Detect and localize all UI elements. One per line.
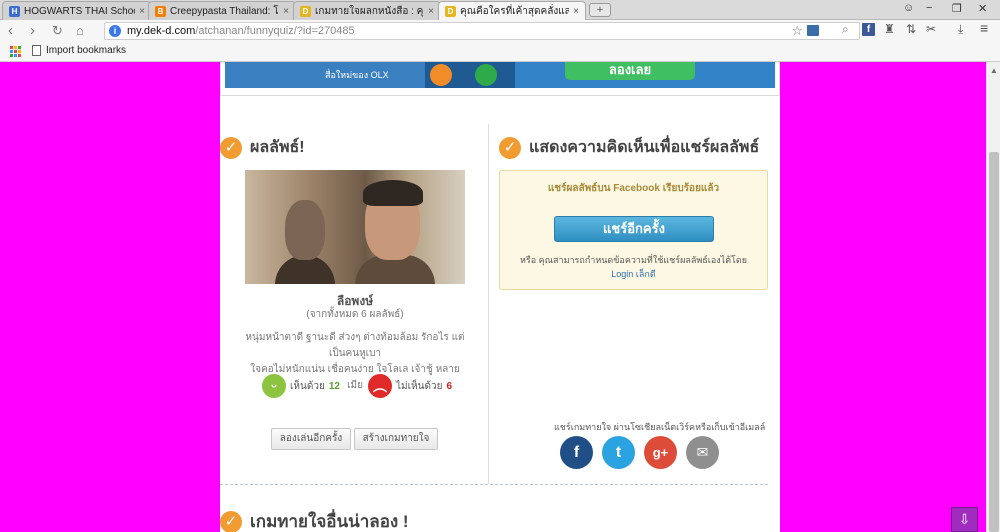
check-icon: ✓ bbox=[220, 136, 242, 159]
tab-title: เกมทายใจผลกหนังสือ : คุณเป็นได้ bbox=[315, 5, 424, 17]
share-success-message: แชร์ผลลัพธ์บน Facebook เรียบร้อยแล้ว bbox=[547, 183, 720, 194]
dekd-favicon-icon: D bbox=[445, 5, 456, 17]
facebook-share-icon[interactable]: f bbox=[560, 436, 593, 469]
result-title: ผลลัพธ์! bbox=[250, 139, 305, 156]
disagree-label: ไม่เห็นด้วย bbox=[396, 380, 443, 392]
address-bar[interactable]: i my.dek-d.com/atchanan/funnyquiz/?id=27… bbox=[104, 22, 860, 40]
banner-circle-icon bbox=[430, 64, 452, 86]
close-icon[interactable]: × bbox=[428, 6, 434, 17]
bookmark-label: Import bookmarks bbox=[46, 45, 127, 56]
tab-quiz-book[interactable]: D เกมทายใจผลกหนังสือ : คุณเป็นได้ × bbox=[293, 1, 441, 20]
bookmarks-bar: Import bookmarks bbox=[0, 42, 1000, 62]
replay-button[interactable]: ลองเล่นอีกครั้ง bbox=[271, 428, 351, 450]
comment-title: แสดงความคิดเห็นเพื่อแชร์ผลลัพธ์ bbox=[529, 139, 760, 156]
scroll-thumb[interactable] bbox=[989, 152, 999, 532]
googleplus-share-icon[interactable]: g+ bbox=[644, 436, 677, 469]
share-again-button[interactable]: แชร์อีกครั้ง bbox=[554, 216, 714, 242]
scroll-up-icon[interactable]: ▲ bbox=[990, 66, 998, 75]
login-link[interactable]: Login เล็กดี bbox=[500, 267, 767, 281]
menu-icon[interactable]: ≡ bbox=[980, 20, 988, 36]
result-count: (จากทั้งหมด 6 ผลลัพธ์) bbox=[306, 309, 404, 320]
profile-icon[interactable]: ☺ bbox=[903, 2, 914, 14]
disagree-vote[interactable]: ︵ ไม่เห็นด้วย 6 bbox=[368, 374, 452, 398]
star-icon[interactable]: ☆ bbox=[791, 23, 803, 39]
minimize-icon[interactable]: − bbox=[926, 2, 932, 14]
more-quizzes-heading: ✓ เกมทายใจอื่นน่าลอง ! bbox=[220, 508, 409, 532]
file-icon bbox=[32, 45, 41, 56]
arrow-down-icon: ⇩ bbox=[958, 511, 971, 527]
olx-banner-ad[interactable]: สื่อใหม่ของ OLX ลองเลย bbox=[225, 62, 775, 88]
smile-face-icon[interactable]: ᵕ bbox=[262, 374, 286, 398]
search-icon[interactable]: ⌕ bbox=[842, 22, 849, 37]
close-icon[interactable]: × bbox=[283, 6, 289, 17]
close-window-icon[interactable]: ✕ bbox=[978, 2, 987, 15]
disagree-count: 6 bbox=[446, 380, 452, 392]
check-icon: ✓ bbox=[499, 136, 521, 159]
email-share-icon[interactable]: ✉ bbox=[686, 436, 719, 469]
scroll-down-button[interactable]: ⇩ bbox=[951, 507, 978, 532]
forward-icon[interactable]: › bbox=[30, 22, 35, 40]
page-info-icon[interactable]: i bbox=[109, 25, 121, 37]
agree-label: เห็นด้วย bbox=[290, 380, 325, 392]
url-host: my.dek-d.com bbox=[127, 25, 196, 37]
tab-title: Creepypasta Thailand: โปรด bbox=[170, 5, 279, 17]
dekd-favicon-icon: D bbox=[300, 5, 311, 17]
share-panel: แชร์ผลลัพธ์บน Facebook เรียบร้อยแล้ว แชร… bbox=[499, 170, 768, 290]
check-icon: ✓ bbox=[220, 510, 242, 532]
url-path: /atchanan/funnyquiz/?id=270485 bbox=[195, 25, 355, 37]
banner-circle-icon bbox=[475, 64, 497, 86]
more-quizzes-title: เกมทายใจอื่นน่าลอง ! bbox=[250, 512, 409, 531]
page-scrollbar[interactable]: ▲ bbox=[986, 62, 1000, 532]
tab-title: คุณคือใครที่เค้าสุดคลั่งแสนรัก จากน bbox=[460, 5, 570, 17]
new-tab-button[interactable]: + bbox=[589, 3, 611, 17]
result-image bbox=[245, 170, 465, 284]
agree-count: 12 bbox=[328, 380, 340, 392]
tab-strip: H HOGWARTS THAI School | × B Creepypasta… bbox=[0, 0, 1000, 20]
twitter-share-icon[interactable]: t bbox=[602, 436, 635, 469]
apps-grid-icon[interactable] bbox=[10, 46, 21, 57]
section-divider bbox=[220, 484, 768, 485]
result-desc-line: หนุ่มหน้าตาดี ฐานะดี ส่วงๆ ต่างท้อมล้อม … bbox=[245, 332, 465, 359]
create-quiz-button[interactable]: สร้างเกมทายใจ bbox=[354, 428, 438, 450]
tab-title: HOGWARTS THAI School | bbox=[24, 5, 136, 17]
back-icon[interactable]: ‹ bbox=[8, 22, 13, 40]
sync-icon[interactable]: ⇅ bbox=[906, 22, 916, 36]
agree-vote[interactable]: ᵕ เห็นด้วย 12 bbox=[262, 374, 340, 398]
facebook-icon[interactable]: f bbox=[862, 23, 875, 36]
comment-heading: ✓ แสดงความคิดเห็นเพื่อแชร์ผลลัพธ์ bbox=[499, 135, 759, 160]
close-icon[interactable]: × bbox=[139, 6, 145, 17]
scissors-icon[interactable]: ✂ bbox=[926, 22, 936, 36]
close-icon[interactable]: × bbox=[573, 6, 579, 17]
reload-icon[interactable]: ↻ bbox=[52, 22, 63, 40]
tab-creepypasta[interactable]: B Creepypasta Thailand: โปรด × bbox=[148, 1, 296, 20]
browser-toolbar: ‹ › ↻ ⌂ i my.dek-d.com/atchanan/funnyqui… bbox=[0, 20, 1000, 42]
tab-hogwarts[interactable]: H HOGWARTS THAI School | × bbox=[2, 1, 152, 20]
download-icon[interactable]: ⤓ bbox=[958, 22, 963, 37]
tab-quiz-active[interactable]: D คุณคือใครที่เค้าสุดคลั่งแสนรัก จากน × bbox=[438, 1, 586, 20]
share-note: หรือ คุณสามารถกำหนดข้อความที่ใช้แชร์ผลลั… bbox=[519, 255, 748, 265]
column-divider bbox=[488, 124, 489, 484]
result-heading: ✓ ผลลัพธ์! bbox=[220, 135, 305, 160]
extension-icon[interactable] bbox=[807, 25, 819, 36]
robot-icon[interactable]: ♜ bbox=[884, 22, 895, 36]
restore-icon[interactable]: ❐ bbox=[952, 2, 962, 15]
home-icon[interactable]: ⌂ bbox=[76, 22, 84, 40]
import-bookmarks-link[interactable]: Import bookmarks bbox=[32, 45, 126, 56]
social-share-label: แชร์เกมทายใจ ผ่านโซเชียลเน็ตเวิร์คหรือเก… bbox=[554, 422, 766, 432]
quiz-page: สื่อใหม่ของ OLX ลองเลย ✓ ผลลัพธ์! ✓ แสดง… bbox=[220, 62, 780, 532]
banner-try-button[interactable]: ลองเลย bbox=[565, 62, 695, 80]
banner-logo-text: สื่อใหม่ของ OLX bbox=[325, 70, 389, 80]
frown-face-icon[interactable]: ︵ bbox=[368, 374, 392, 398]
blogger-favicon-icon: B bbox=[155, 5, 166, 17]
hogwarts-favicon-icon: H bbox=[9, 5, 20, 17]
